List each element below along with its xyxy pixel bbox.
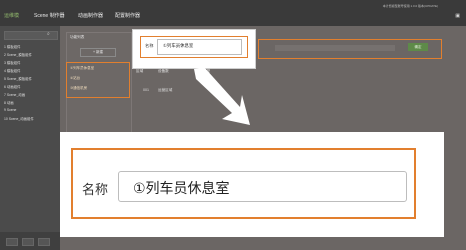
sidebar-item[interactable]: 9 Scene: [4, 108, 16, 112]
sidebar-item[interactable]: 10 Scene_动画组件: [4, 116, 34, 121]
column-header: 区域: [136, 69, 144, 73]
tab-scene-editor[interactable]: Scene 制作器: [34, 12, 65, 19]
sidebar-item[interactable]: 3 模板组件: [4, 60, 20, 65]
name-input-bg[interactable]: [275, 45, 395, 51]
list-item[interactable]: ②站台: [70, 76, 80, 81]
arrow-down-right-icon: [194, 67, 250, 125]
name-label: 名称: [145, 43, 154, 48]
app-info: 本计费模型账号使用 1.0.0 版本(UPDATE): [382, 4, 438, 8]
sidebar-item[interactable]: 5 Scene_模板组件: [4, 76, 32, 81]
name-input-value: ①列车员休息室: [133, 180, 230, 196]
table-cell: 001: [143, 88, 149, 92]
add-button[interactable]: + 新建: [80, 48, 116, 57]
sidebar-button[interactable]: [22, 238, 34, 246]
name-input-value: ①列车员休息室: [163, 43, 194, 48]
app-logo: 运维模: [4, 13, 20, 19]
column-header: 设备数: [158, 69, 169, 73]
list-item[interactable]: ③通信机房: [70, 86, 87, 91]
list-item[interactable]: ①列车员休息室: [70, 66, 94, 71]
search-icon[interactable]: ⌕: [47, 31, 50, 37]
sidebar-item[interactable]: 8 动画: [4, 100, 14, 105]
sidebar-item[interactable]: 1 模板组件: [4, 44, 20, 49]
panel-title: 功能列表: [70, 35, 85, 39]
tab-animation-editor[interactable]: 动画制作器: [78, 12, 103, 19]
sidebar-button[interactable]: [6, 238, 18, 246]
sidebar-item[interactable]: 4 模板组件: [4, 68, 20, 73]
sidebar-item[interactable]: 6 动画组件: [4, 84, 20, 89]
tab-config-editor[interactable]: 配置制作器: [115, 12, 140, 19]
table-cell: 运营区域: [158, 88, 173, 92]
sidebar-item[interactable]: 7 Scene_动画: [4, 92, 25, 97]
sidebar-item[interactable]: 2 Scene_模板组件: [4, 52, 32, 57]
confirm-button[interactable]: 确定: [408, 43, 428, 51]
window-menu-icon[interactable]: ▣: [455, 13, 460, 19]
sidebar-button[interactable]: [38, 238, 50, 246]
name-label: 名称: [82, 182, 109, 197]
